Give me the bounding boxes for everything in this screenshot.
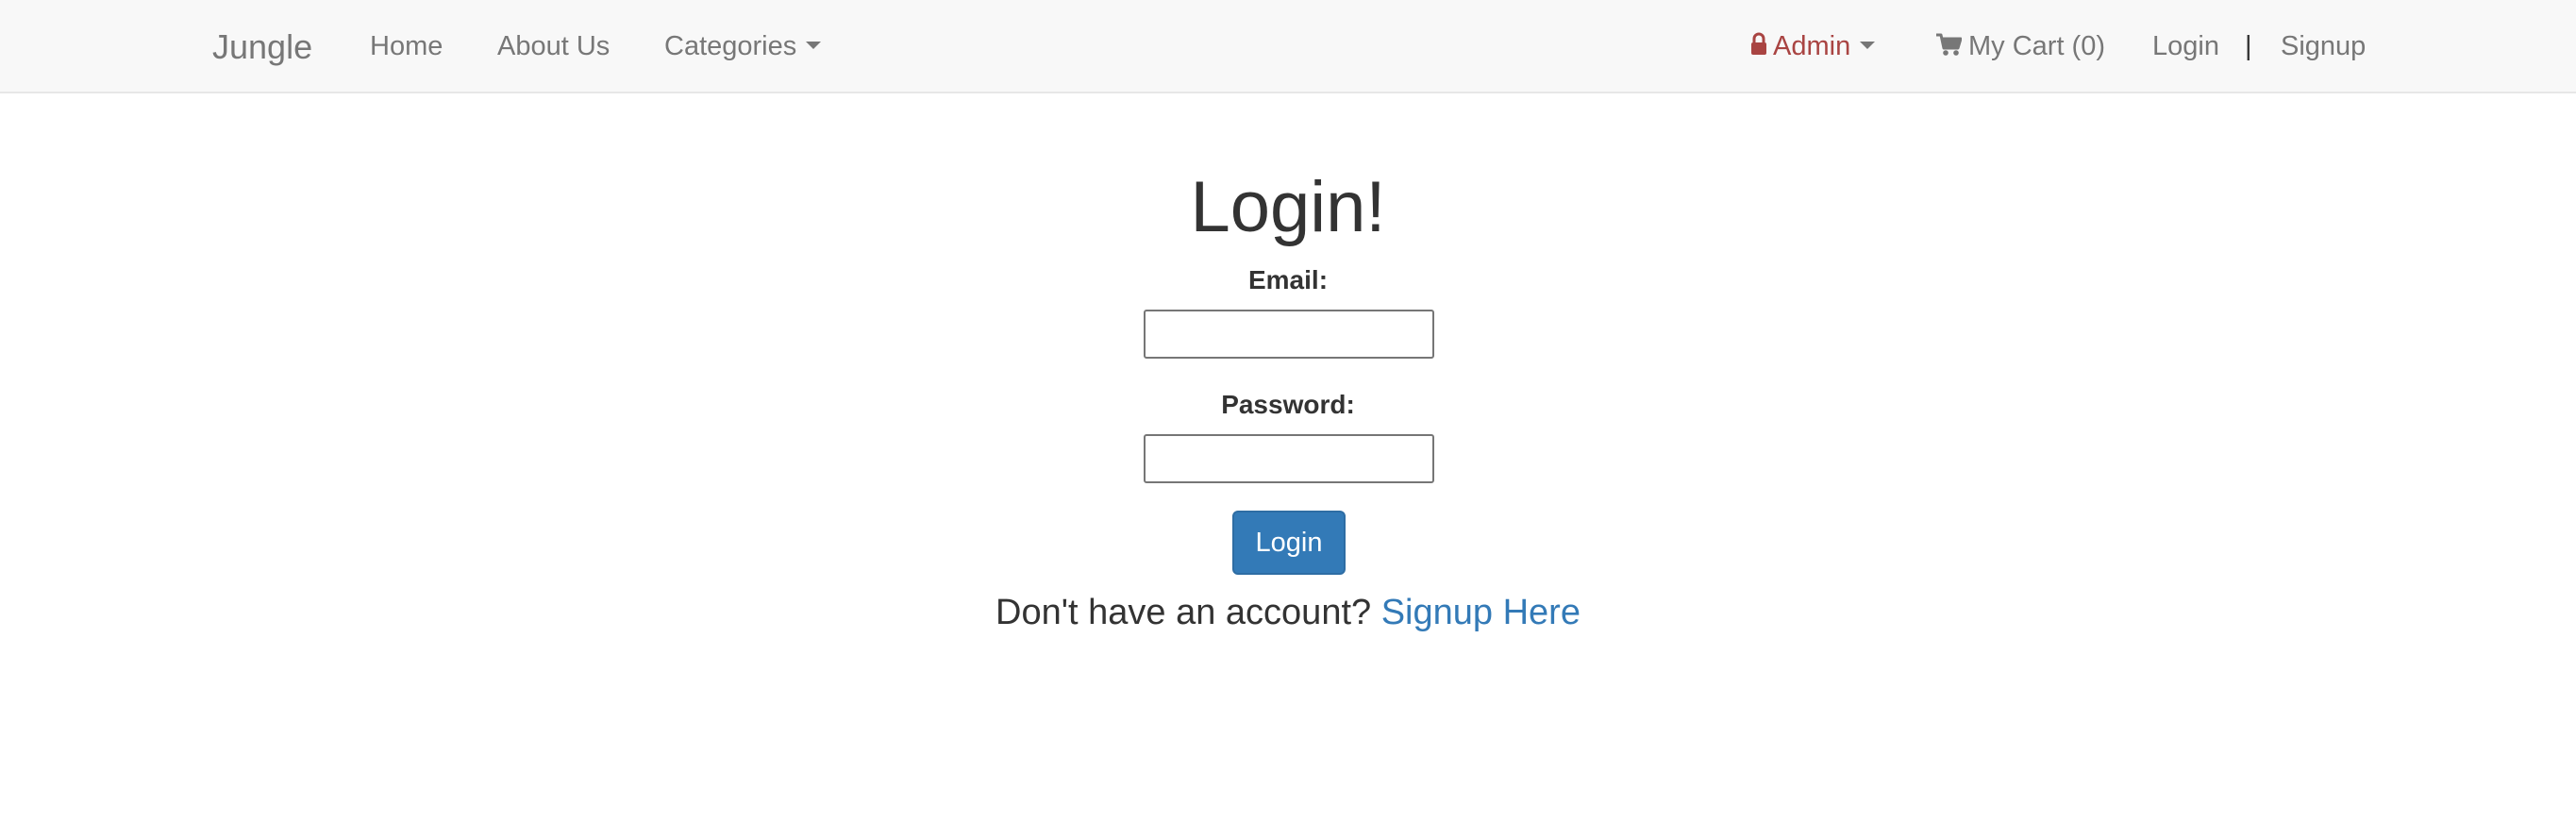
signup-prompt-line: Don't have an account? Signup Here	[0, 589, 2576, 636]
email-field[interactable]	[1144, 310, 1434, 359]
categories-label: Categories	[664, 31, 797, 61]
cart-label: My Cart (0)	[1968, 31, 2105, 61]
page-title: Login!	[1190, 167, 1386, 247]
shopping-cart-icon	[1936, 33, 1962, 57]
my-cart-link[interactable]: My Cart (0)	[1935, 0, 2105, 93]
caret-down-icon	[806, 42, 822, 50]
nav-separator: |	[2245, 31, 2252, 61]
nav-signup-link[interactable]: Signup	[2281, 0, 2366, 93]
login-submit-button[interactable]: Login	[1232, 511, 1346, 575]
top-navbar: Jungle Home About Us Categories Admin My…	[0, 0, 2576, 93]
nav-login-link[interactable]: Login	[2152, 0, 2219, 93]
admin-dropdown[interactable]: Admin	[1750, 0, 1876, 93]
brand-link[interactable]: Jungle	[212, 0, 312, 93]
password-label: Password:	[1221, 390, 1355, 419]
admin-label: Admin	[1773, 31, 1851, 61]
email-label: Email:	[1247, 265, 1329, 294]
lock-icon	[1751, 32, 1766, 56]
caret-down-icon	[1860, 42, 1876, 50]
nav-about-link[interactable]: About Us	[497, 0, 610, 93]
signup-here-link[interactable]: Signup Here	[1381, 593, 1581, 632]
signup-prompt-text: Don't have an account?	[995, 593, 1372, 632]
nav-categories-dropdown[interactable]: Categories	[664, 0, 822, 93]
nav-home-link[interactable]: Home	[370, 0, 443, 93]
password-field[interactable]	[1144, 434, 1434, 483]
